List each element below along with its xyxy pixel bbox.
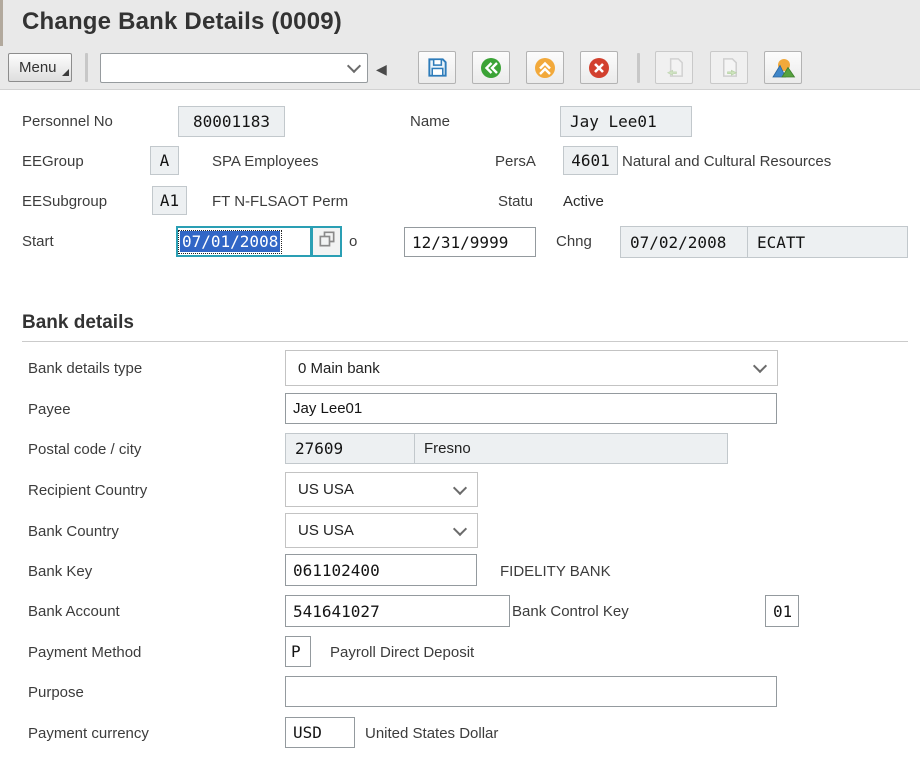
personnel-no-label: Personnel No xyxy=(22,113,113,130)
status-value: Active xyxy=(563,193,604,210)
bank-account-label: Bank Account xyxy=(28,603,120,620)
start-date-field[interactable]: 07/01/2008 xyxy=(176,226,312,257)
exit-button[interactable] xyxy=(526,51,564,84)
ee-subgroup-description: FT N-FLSAOT Perm xyxy=(212,193,348,210)
postal-city-label: Postal code / city xyxy=(28,441,141,458)
payment-method-description: Payroll Direct Deposit xyxy=(330,644,474,661)
recipient-country-label: Recipient Country xyxy=(28,482,147,499)
end-date-field[interactable] xyxy=(404,227,536,257)
name-label: Name xyxy=(410,113,450,130)
next-record-button xyxy=(710,51,748,84)
chevron-down-icon[interactable] xyxy=(347,59,361,73)
ee-group-description: SPA Employees xyxy=(212,153,318,170)
ee-group-label: EEGroup xyxy=(22,153,84,170)
postal-code-field: 27609 xyxy=(285,433,415,464)
ee-subgroup-field: A1 xyxy=(152,186,187,215)
back-icon xyxy=(479,56,503,80)
bank-details-type-select[interactable]: 0 Main bank xyxy=(285,350,778,386)
changed-on-label: Chng xyxy=(556,233,592,250)
menu-button[interactable]: Menu xyxy=(8,53,72,82)
name-field: Jay Lee01 xyxy=(560,106,692,137)
bank-key-field[interactable] xyxy=(285,554,477,586)
changed-on-field: 07/02/2008 xyxy=(620,226,748,258)
cancel-button[interactable] xyxy=(580,51,618,84)
window-edge xyxy=(0,0,3,46)
payment-currency-field[interactable] xyxy=(285,717,355,748)
bank-control-key-field[interactable] xyxy=(765,595,799,627)
payee-field[interactable] xyxy=(285,393,777,424)
command-field[interactable] xyxy=(100,53,368,83)
ee-subgroup-label: EESubgroup xyxy=(22,193,107,210)
date-picker-button[interactable] xyxy=(311,226,342,257)
chevron-down-icon xyxy=(453,521,467,535)
ee-group-field: A xyxy=(150,146,179,175)
bank-account-field[interactable] xyxy=(285,595,510,627)
collapse-left-icon[interactable]: ◀ xyxy=(376,61,387,78)
page-title: Change Bank Details (0009) xyxy=(22,8,342,36)
changed-by-field: ECATT xyxy=(747,226,908,258)
bank-country-value: US USA xyxy=(298,522,354,539)
to-label: o xyxy=(349,233,357,250)
pers-area-description: Natural and Cultural Resources xyxy=(622,153,831,170)
bank-details-type-value: 0 Main bank xyxy=(298,360,380,377)
save-button[interactable] xyxy=(418,51,456,84)
purpose-field[interactable] xyxy=(285,676,777,707)
previous-record-icon xyxy=(663,56,686,79)
cancel-icon xyxy=(587,56,611,80)
exit-icon xyxy=(533,56,557,80)
chevron-down-icon xyxy=(453,480,467,494)
start-date-label: Start xyxy=(22,233,54,250)
back-button[interactable] xyxy=(472,51,510,84)
bank-country-select[interactable]: US USA xyxy=(285,513,478,548)
personnel-no-field: 80001183 xyxy=(178,106,285,137)
menu-arrow-icon xyxy=(62,69,69,76)
pers-area-field: 4601 xyxy=(563,146,618,175)
payment-currency-description: United States Dollar xyxy=(365,725,498,742)
city-field: Fresno xyxy=(414,433,728,464)
overview-button[interactable] xyxy=(764,51,802,84)
save-icon xyxy=(426,56,449,79)
bank-country-label: Bank Country xyxy=(28,523,119,540)
recipient-country-select[interactable]: US USA xyxy=(285,472,478,507)
payee-label: Payee xyxy=(28,401,71,418)
bank-details-type-label: Bank details type xyxy=(28,360,142,377)
status-label: Statu xyxy=(498,193,533,210)
overview-icon xyxy=(771,56,796,80)
recipient-country-value: US USA xyxy=(298,481,354,498)
title-bar: Change Bank Details (0009) xyxy=(0,0,920,46)
section-title: Bank details xyxy=(22,312,134,334)
section-divider xyxy=(22,341,908,342)
bank-key-description: FIDELITY BANK xyxy=(500,563,611,580)
payment-method-label: Payment Method xyxy=(28,644,141,661)
toolbar-separator xyxy=(637,53,640,83)
chevron-down-icon xyxy=(753,359,767,373)
bank-control-key-label: Bank Control Key xyxy=(512,603,629,620)
previous-record-button xyxy=(655,51,693,84)
copy-icon xyxy=(317,229,337,254)
purpose-label: Purpose xyxy=(28,684,84,701)
bank-key-label: Bank Key xyxy=(28,563,92,580)
payment-currency-label: Payment currency xyxy=(28,725,149,742)
menu-button-label: Menu xyxy=(19,59,57,76)
toolbar-separator xyxy=(85,53,88,82)
next-record-icon xyxy=(718,56,741,79)
payment-method-field[interactable] xyxy=(285,636,311,667)
pers-area-label: PersA xyxy=(495,153,536,170)
start-date-selected-text: 07/01/2008 xyxy=(180,231,280,252)
